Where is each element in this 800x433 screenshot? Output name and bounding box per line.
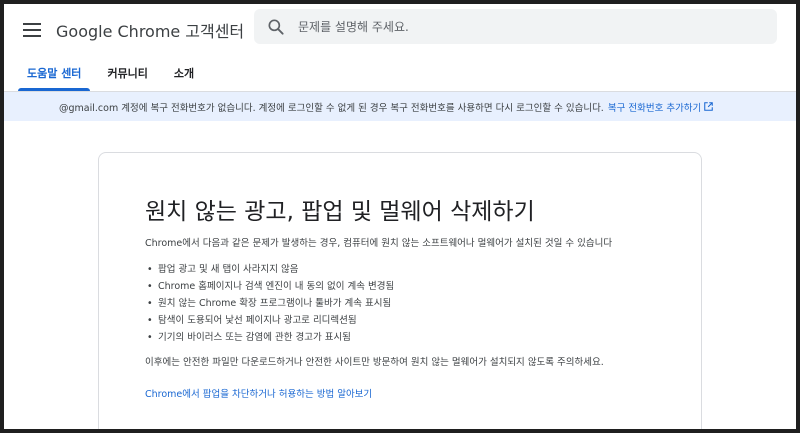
brand-logo[interactable]: Google Chrome 고객센터 <box>56 18 244 42</box>
banner-message: @gmail.com 계정에 복구 전화번호가 없습니다. 계정에 로그인할 수… <box>59 102 604 114</box>
popup-help-link[interactable]: Chrome에서 팝업을 차단하거나 허용하는 방법 알아보기 <box>145 389 372 400</box>
tab-help-center[interactable]: 도움말 센터 <box>18 65 91 91</box>
top-header: Google Chrome 고객센터 <box>4 4 796 56</box>
article-body: 원치 않는 광고, 팝업 및 멀웨어 삭제하기 Chrome에서 다음과 같은 … <box>145 197 665 401</box>
recovery-phone-banner: @gmail.com 계정에 복구 전화번호가 없습니다. 계정에 로그인할 수… <box>4 91 796 121</box>
brand-name: Google Chrome <box>56 22 181 41</box>
article-outro: 이후에는 안전한 파일만 다운로드하거나 안전한 사이트만 방문하여 원치 않는… <box>145 357 604 368</box>
list-item: 기기의 바이러스 또는 감염에 관한 경고가 표시됨 <box>145 329 665 346</box>
list-item: Chrome 홈페이지나 검색 엔진이 내 동의 없이 계속 변경됨 <box>145 278 665 295</box>
tab-community[interactable]: 커뮤니티 <box>98 65 156 91</box>
list-item: 팝업 광고 및 새 탭이 사라지지 않음 <box>145 261 665 278</box>
search-input[interactable] <box>298 19 758 34</box>
main-menu-button[interactable] <box>12 10 52 50</box>
symptom-list: 팝업 광고 및 새 탭이 사라지지 않음 Chrome 홈페이지나 검색 엔진이… <box>145 261 665 346</box>
search-bar[interactable] <box>254 9 777 44</box>
banner-link-label: 복구 전화번호 추가하기 <box>607 102 702 114</box>
external-link-icon <box>704 102 714 111</box>
article-card: 원치 않는 광고, 팝업 및 멀웨어 삭제하기 Chrome에서 다음과 같은 … <box>98 152 702 429</box>
nav-tabs: 도움말 센터 커뮤니티 소개 <box>4 56 796 91</box>
search-icon <box>268 19 284 35</box>
list-item: 탐색이 도용되어 낯선 페이지나 광고로 리디렉션됨 <box>145 312 665 329</box>
brand-suffix: 고객센터 <box>185 22 245 41</box>
article-intro: Chrome에서 다음과 같은 문제가 발생하는 경우, 컴퓨터에 원치 않는 … <box>145 238 613 249</box>
tab-about[interactable]: 소개 <box>165 65 203 91</box>
list-item: 원치 않는 Chrome 확장 프로그램이나 툴바가 계속 표시됨 <box>145 295 665 312</box>
menu-icon <box>23 23 41 37</box>
article-title: 원치 않는 광고, 팝업 및 멀웨어 삭제하기 <box>145 199 535 225</box>
page: Google Chrome 고객센터 도움말 센터 커뮤니티 소개 @gmail… <box>4 4 796 429</box>
add-recovery-phone-link[interactable]: 복구 전화번호 추가하기 <box>607 100 714 114</box>
